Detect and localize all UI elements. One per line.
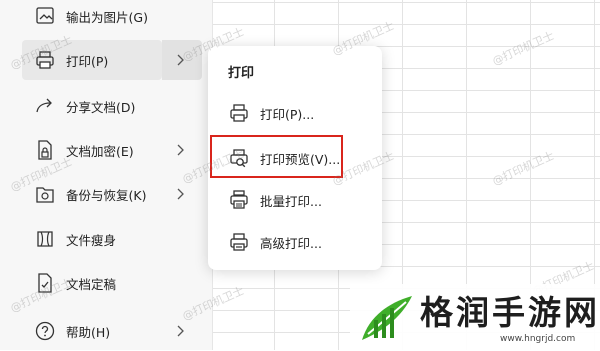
highlight-annotation-box [210,135,343,178]
document-finalize-icon [34,272,56,294]
chevron-right-icon [172,142,188,158]
menu-item-share[interactable]: 分享文档(D) [22,86,202,126]
menu-item-label: 备份与恢复(K) [66,187,147,203]
logo-url: www.hngrjd.com [500,334,576,344]
submenu-item-label: 打印(P)... [260,106,315,122]
submenu-item-print[interactable]: 打印(P)... [228,98,314,128]
submenu-item-label: 高级打印... [260,235,322,251]
image-export-icon [34,5,56,27]
menu-item-label: 输出为图片(G) [66,9,148,25]
chevron-right-icon [172,52,188,68]
menu-item-finalize[interactable]: 文档定稿 [22,263,202,303]
menu-item-encrypt[interactable]: 文档加密(E) [22,130,202,170]
menu-item-file-slim[interactable]: 文件瘦身 [22,219,202,259]
share-icon [34,95,56,117]
chevron-right-icon [172,323,188,339]
menu-item-label: 文件瘦身 [66,232,117,248]
menu-item-label: 帮助(H) [66,324,111,340]
help-icon [34,320,56,342]
backup-restore-icon [34,183,56,205]
site-logo: 格润手游网 www.hngrjd.com [350,284,600,350]
document-lock-icon [34,139,56,161]
printer-icon [34,49,56,71]
file-slim-icon [34,228,56,250]
menu-item-label: 文档加密(E) [66,143,134,159]
chevron-right-icon [172,186,188,202]
menu-item-label: 文档定稿 [66,276,117,292]
logo-title: 格润手游网 [420,293,600,332]
menu-item-label: 打印(P) [66,53,109,69]
menu-item-print[interactable]: 打印(P) [22,40,162,80]
menu-item-label: 分享文档(D) [66,99,136,115]
file-menu-panel: 输出为图片(G) 打印(P) 分享文档(D) 文档加密(E) 备份与恢复(K) [0,0,213,350]
advanced-print-icon [228,231,250,253]
submenu-title: 打印 [228,66,255,81]
submenu-item-batch-print[interactable]: 批量打印... [228,185,322,215]
menu-item-help[interactable]: 帮助(H) [22,311,202,351]
menu-item-backup[interactable]: 备份与恢复(K) [22,174,202,214]
printer-icon [228,102,250,124]
menu-item-export-image[interactable]: 输出为图片(G) [22,0,202,36]
submenu-item-label: 批量打印... [260,193,322,209]
submenu-item-advanced-print[interactable]: 高级打印... [228,227,322,257]
batch-print-icon [228,189,250,211]
leaf-logo-icon [362,296,412,340]
